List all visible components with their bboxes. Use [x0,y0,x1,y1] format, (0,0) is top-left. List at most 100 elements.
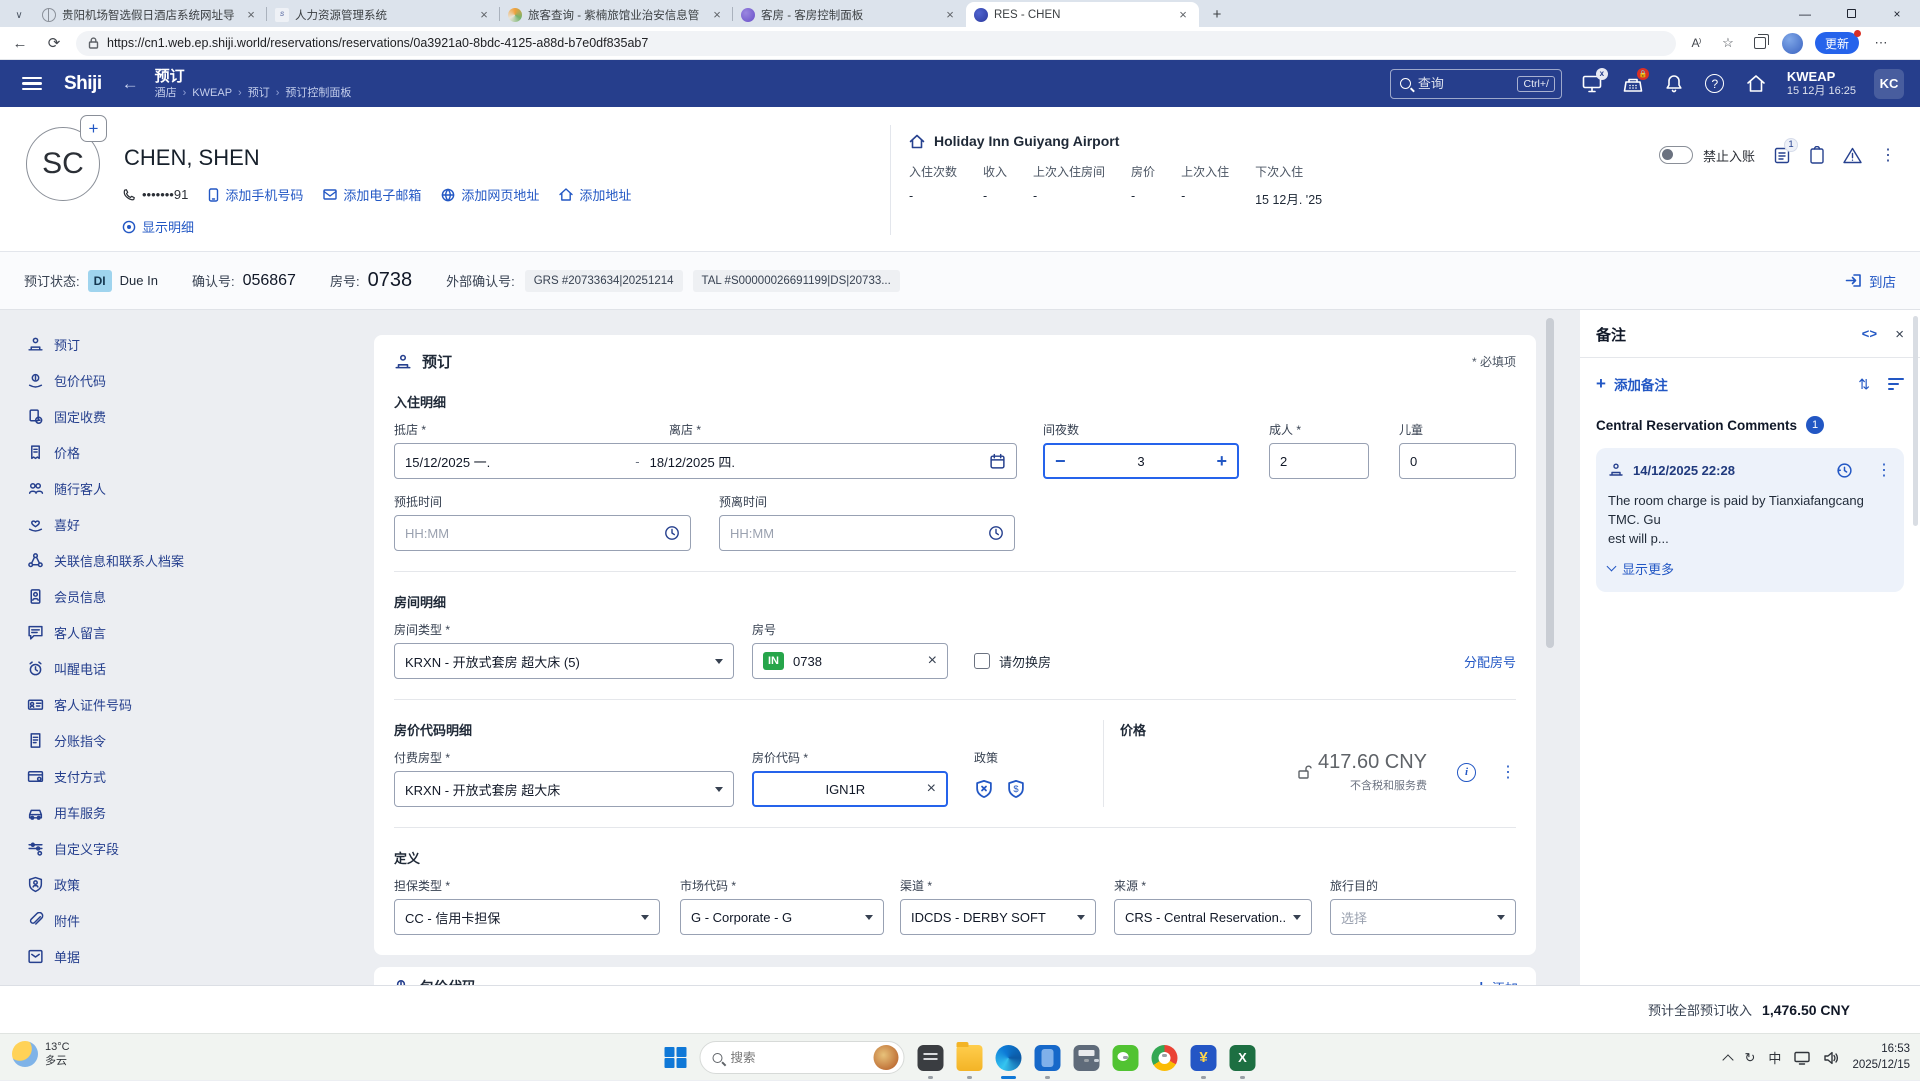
note-history-icon[interactable] [1836,462,1853,479]
add-mobile-link[interactable]: 添加手机号码 [208,185,303,204]
browser-refresh-button[interactable]: ⟳ [40,29,68,57]
no-move-checkbox-row[interactable]: 请勿换房 [974,643,1051,679]
tray-display-icon[interactable] [1794,1051,1810,1065]
sidebar-item-routing[interactable]: 分账指令 [0,722,300,758]
show-details-link[interactable]: 显示明细 [122,217,194,236]
show-more-link[interactable]: 显示更多 [1608,559,1892,578]
browser-profile-avatar[interactable] [1782,33,1803,54]
sidebar-item-accompanying-guests[interactable]: 随行客人 [0,470,300,506]
workstation-icon[interactable]: x [1581,73,1603,95]
tasks-icon[interactable]: 1 [1773,146,1791,165]
sidebar-item-attachments[interactable]: 附件 [0,902,300,938]
home-icon[interactable] [1745,73,1767,95]
sidebar-item-linked-profiles[interactable]: 关联信息和联系人档案 [0,542,300,578]
sidebar-item-preferences[interactable]: 喜好 [0,506,300,542]
sidebar-item-documents[interactable]: 单据 [0,938,300,974]
breadcrumb-property[interactable]: KWEAP [192,87,232,100]
tab-close-icon[interactable]: × [476,7,492,23]
sidebar-item-transport[interactable]: 用车服务 [0,794,300,830]
taskbar-app-wechat[interactable] [1113,1045,1139,1071]
user-avatar[interactable]: KC [1874,69,1904,99]
room-type-select[interactable]: KRXN - 开放式套房 超大床 (5) [394,643,734,679]
tab-close-icon[interactable]: × [942,7,958,23]
sidebar-item-fixed-charges[interactable]: 固定收费 [0,398,300,434]
clear-rate-code-icon[interactable]: × [927,780,936,798]
taskbar-app-finance[interactable]: ¥ [1191,1045,1217,1071]
help-icon[interactable]: ? [1704,73,1726,95]
sidebar-item-wakeup-call[interactable]: 叫醒电话 [0,650,300,686]
add-guest-photo-button[interactable]: + [80,115,107,142]
new-tab-button[interactable]: + [1205,2,1229,26]
taskbar-app-edge[interactable] [996,1045,1022,1071]
browser-tab-1[interactable]: 贵阳机场智选假日酒店系统网址导 × [34,2,267,27]
favorite-star-icon[interactable]: ☆ [1718,33,1738,53]
sidebar-item-membership[interactable]: 会员信息 [0,578,300,614]
tab-close-icon[interactable]: × [243,7,259,23]
rate-code-input[interactable]: IGN1R × [752,771,948,807]
market-code-select[interactable]: G - Corporate - G [680,899,884,935]
taskbar-search[interactable] [700,1041,905,1074]
browser-update-button[interactable]: 更新 [1815,32,1859,54]
browser-tab-4[interactable]: 客房 - 客房控制面板 × [733,2,966,27]
assign-room-link[interactable]: 分配房号 [1464,643,1516,679]
breadcrumb-dashboard[interactable]: 预订控制面板 [285,87,351,100]
hamburger-menu-icon[interactable] [22,77,42,91]
tab-close-icon[interactable]: × [1175,7,1191,23]
deposit-policy-shield-icon[interactable]: $ [1006,779,1026,799]
tab-close-icon[interactable]: × [709,7,725,23]
taskbar-app-file-explorer[interactable] [957,1045,983,1071]
external-ref-grs[interactable]: GRS #20733634|20251214 [525,270,683,292]
window-maximize-button[interactable] [1828,0,1874,27]
start-button[interactable] [665,1047,687,1069]
taskbar-weather-widget[interactable]: 13°C 多云 [12,1040,70,1069]
clock-icon[interactable] [664,525,680,541]
taskbar-clock[interactable]: 16:53 2025/12/15 [1852,1042,1910,1073]
browser-tab-3[interactable]: 旅客查询 - 紫楠旅馆业治安信息管 × [500,2,733,27]
check-in-button[interactable]: 到店 [1845,271,1896,291]
tab-search-button[interactable]: ∨ [6,4,32,26]
clock-icon[interactable] [988,525,1004,541]
channel-select[interactable]: IDCDS - DERBY SOFT [900,899,1096,935]
taskbar-app-chrome[interactable] [1152,1045,1178,1071]
window-close-button[interactable]: × [1874,0,1920,27]
add-address-link[interactable]: 添加地址 [559,185,631,204]
sidebar-item-price[interactable]: 价格 [0,434,300,470]
cashier-icon[interactable]: 🔒 [1622,73,1644,95]
no-move-checkbox[interactable] [974,653,990,669]
eta-input[interactable] [394,515,691,551]
add-web-link[interactable]: 添加网页地址 [441,185,539,204]
main-scrollbar[interactable] [1546,318,1554,648]
pay-room-type-select[interactable]: KRXN - 开放式套房 超大床 [394,771,734,807]
room-number-input[interactable]: IN 0738 × [752,643,948,679]
note-more-menu-icon[interactable]: ⋮ [1876,460,1892,480]
tray-volume-icon[interactable] [1823,1051,1839,1065]
global-search-input[interactable]: Ctrl+/ [1390,69,1562,99]
guest-more-menu-icon[interactable]: ⋮ [1880,145,1896,165]
travel-purpose-select[interactable]: 选择 [1330,899,1516,935]
read-aloud-icon[interactable]: A⁾ [1686,33,1706,53]
sidebar-item-package-code[interactable]: 包价代码 [0,362,300,398]
date-range-input[interactable]: 15/12/2025 一. - 18/12/2025 四. [394,443,1017,479]
children-input[interactable]: 0 [1399,443,1516,479]
sidebar-item-guest-messages[interactable]: 客人留言 [0,614,300,650]
filter-notes-icon[interactable] [1888,378,1904,390]
note-card[interactable]: 14/12/2025 22:28 ⋮ The room charge is pa… [1596,448,1904,592]
calendar-icon[interactable] [989,453,1006,470]
nights-plus-icon[interactable]: + [1216,451,1227,472]
browser-menu-icon[interactable]: ⋯ [1871,33,1891,53]
sidebar-item-reservation[interactable]: 预订 [0,326,300,362]
sidebar-item-policies[interactable]: 政策 [0,866,300,902]
tray-sync-icon[interactable]: ↻ [1745,1050,1756,1066]
collections-icon[interactable] [1750,33,1770,53]
etd-input[interactable] [719,515,1015,551]
taskbar-app-excel[interactable]: X [1230,1045,1256,1071]
notifications-bell-icon[interactable] [1663,73,1685,95]
ime-language-indicator[interactable]: 中 [1768,1048,1781,1067]
no-post-toggle[interactable] [1659,146,1693,164]
url-field[interactable]: https://cn1.web.ep.shiji.world/reservati… [76,31,1676,56]
back-arrow-icon[interactable]: ← [122,74,139,94]
sidebar-item-payment-methods[interactable]: 支付方式 [0,758,300,794]
external-ref-tal[interactable]: TAL #S00000026691199|DS|20733... [693,270,900,292]
tray-expand-icon[interactable] [1722,1054,1733,1065]
notes-close-icon[interactable]: × [1895,326,1904,343]
